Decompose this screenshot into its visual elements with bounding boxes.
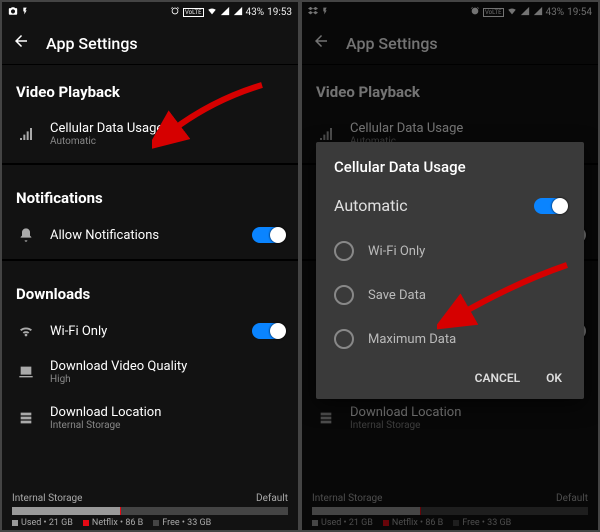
section-video: Video Playback [2, 65, 298, 111]
storage-bar [12, 507, 288, 515]
cancel-button[interactable]: CANCEL [475, 371, 520, 385]
radio-icon [334, 241, 354, 261]
storage-icon [16, 410, 36, 426]
cellular-data-sub: Automatic [50, 136, 284, 147]
ok-button[interactable]: OK [546, 371, 562, 385]
cellular-data-dialog: Cellular Data Usage Automatic Wi-Fi Only… [316, 142, 584, 399]
wifi-only-toggle[interactable] [252, 323, 284, 339]
option-save-data[interactable]: Save Data [334, 273, 566, 317]
legend-netflix: Netflix • 86 B [83, 518, 143, 528]
dialog-automatic-label: Automatic [334, 196, 408, 215]
wifi-icon [16, 323, 36, 339]
signal-bars-icon [16, 126, 36, 142]
cellular-data-label: Cellular Data Usage [50, 121, 284, 136]
option-wifi-only[interactable]: Wi-Fi Only [334, 229, 566, 273]
storage-label: Internal Storage [12, 493, 82, 504]
signal-icon-2 [233, 6, 243, 19]
row-allow-notifications[interactable]: Allow Notifications [2, 217, 298, 253]
page-title: App Settings [46, 34, 138, 53]
app-header: App Settings [2, 22, 298, 65]
download-location-sub: Internal Storage [50, 420, 284, 431]
row-cellular-data[interactable]: Cellular Data Usage Automatic [2, 111, 298, 157]
radio-icon [334, 329, 354, 349]
legend-free: Free • 33 GB [153, 518, 211, 528]
option-maximum-data-label: Maximum Data [368, 332, 456, 347]
automatic-toggle[interactable] [534, 198, 566, 214]
battery-text: 43% [246, 7, 265, 18]
notifications-toggle[interactable] [252, 227, 284, 243]
download-quality-sub: High [50, 374, 284, 385]
option-save-data-label: Save Data [368, 288, 426, 303]
section-downloads: Downloads [2, 267, 298, 313]
clock-text: 19:53 [267, 7, 292, 18]
screenshot-right: VoLTE 43% 19:54 App Settings Video Playb… [302, 2, 598, 530]
status-bar: VoLTE 43% 19:53 [2, 2, 298, 22]
wifi-icon [207, 6, 217, 19]
dialog-title: Cellular Data Usage [334, 158, 566, 176]
row-wifi-only[interactable]: Wi-Fi Only [2, 313, 298, 349]
legend-used: Used • 21 GB [12, 518, 73, 528]
allow-notifications-label: Allow Notifications [50, 228, 238, 243]
camera-icon [8, 6, 18, 19]
wifi-only-label: Wi-Fi Only [50, 324, 238, 339]
storage-footer: Internal Storage Default Used • 21 GB Ne… [2, 487, 298, 530]
download-location-label: Download Location [50, 405, 284, 420]
row-download-location[interactable]: Download Location Internal Storage [2, 395, 298, 441]
option-wifi-only-label: Wi-Fi Only [368, 244, 425, 259]
alarm-icon [170, 6, 180, 19]
storage-default: Default [256, 493, 288, 504]
radio-icon [334, 285, 354, 305]
bolt-icon [21, 6, 29, 19]
back-icon[interactable] [12, 32, 30, 54]
dialog-automatic-row[interactable]: Automatic [334, 190, 566, 229]
bell-icon [16, 227, 36, 243]
signal-icon [220, 6, 230, 19]
download-quality-label: Download Video Quality [50, 359, 284, 374]
row-download-quality[interactable]: Download Video Quality High [2, 349, 298, 395]
quality-icon [16, 364, 36, 380]
section-notifications: Notifications [2, 171, 298, 217]
volte-badge: VoLTE [183, 8, 204, 17]
screenshot-left: VoLTE 43% 19:53 App Settings Video Playb… [2, 2, 298, 530]
option-maximum-data[interactable]: Maximum Data [334, 317, 566, 361]
